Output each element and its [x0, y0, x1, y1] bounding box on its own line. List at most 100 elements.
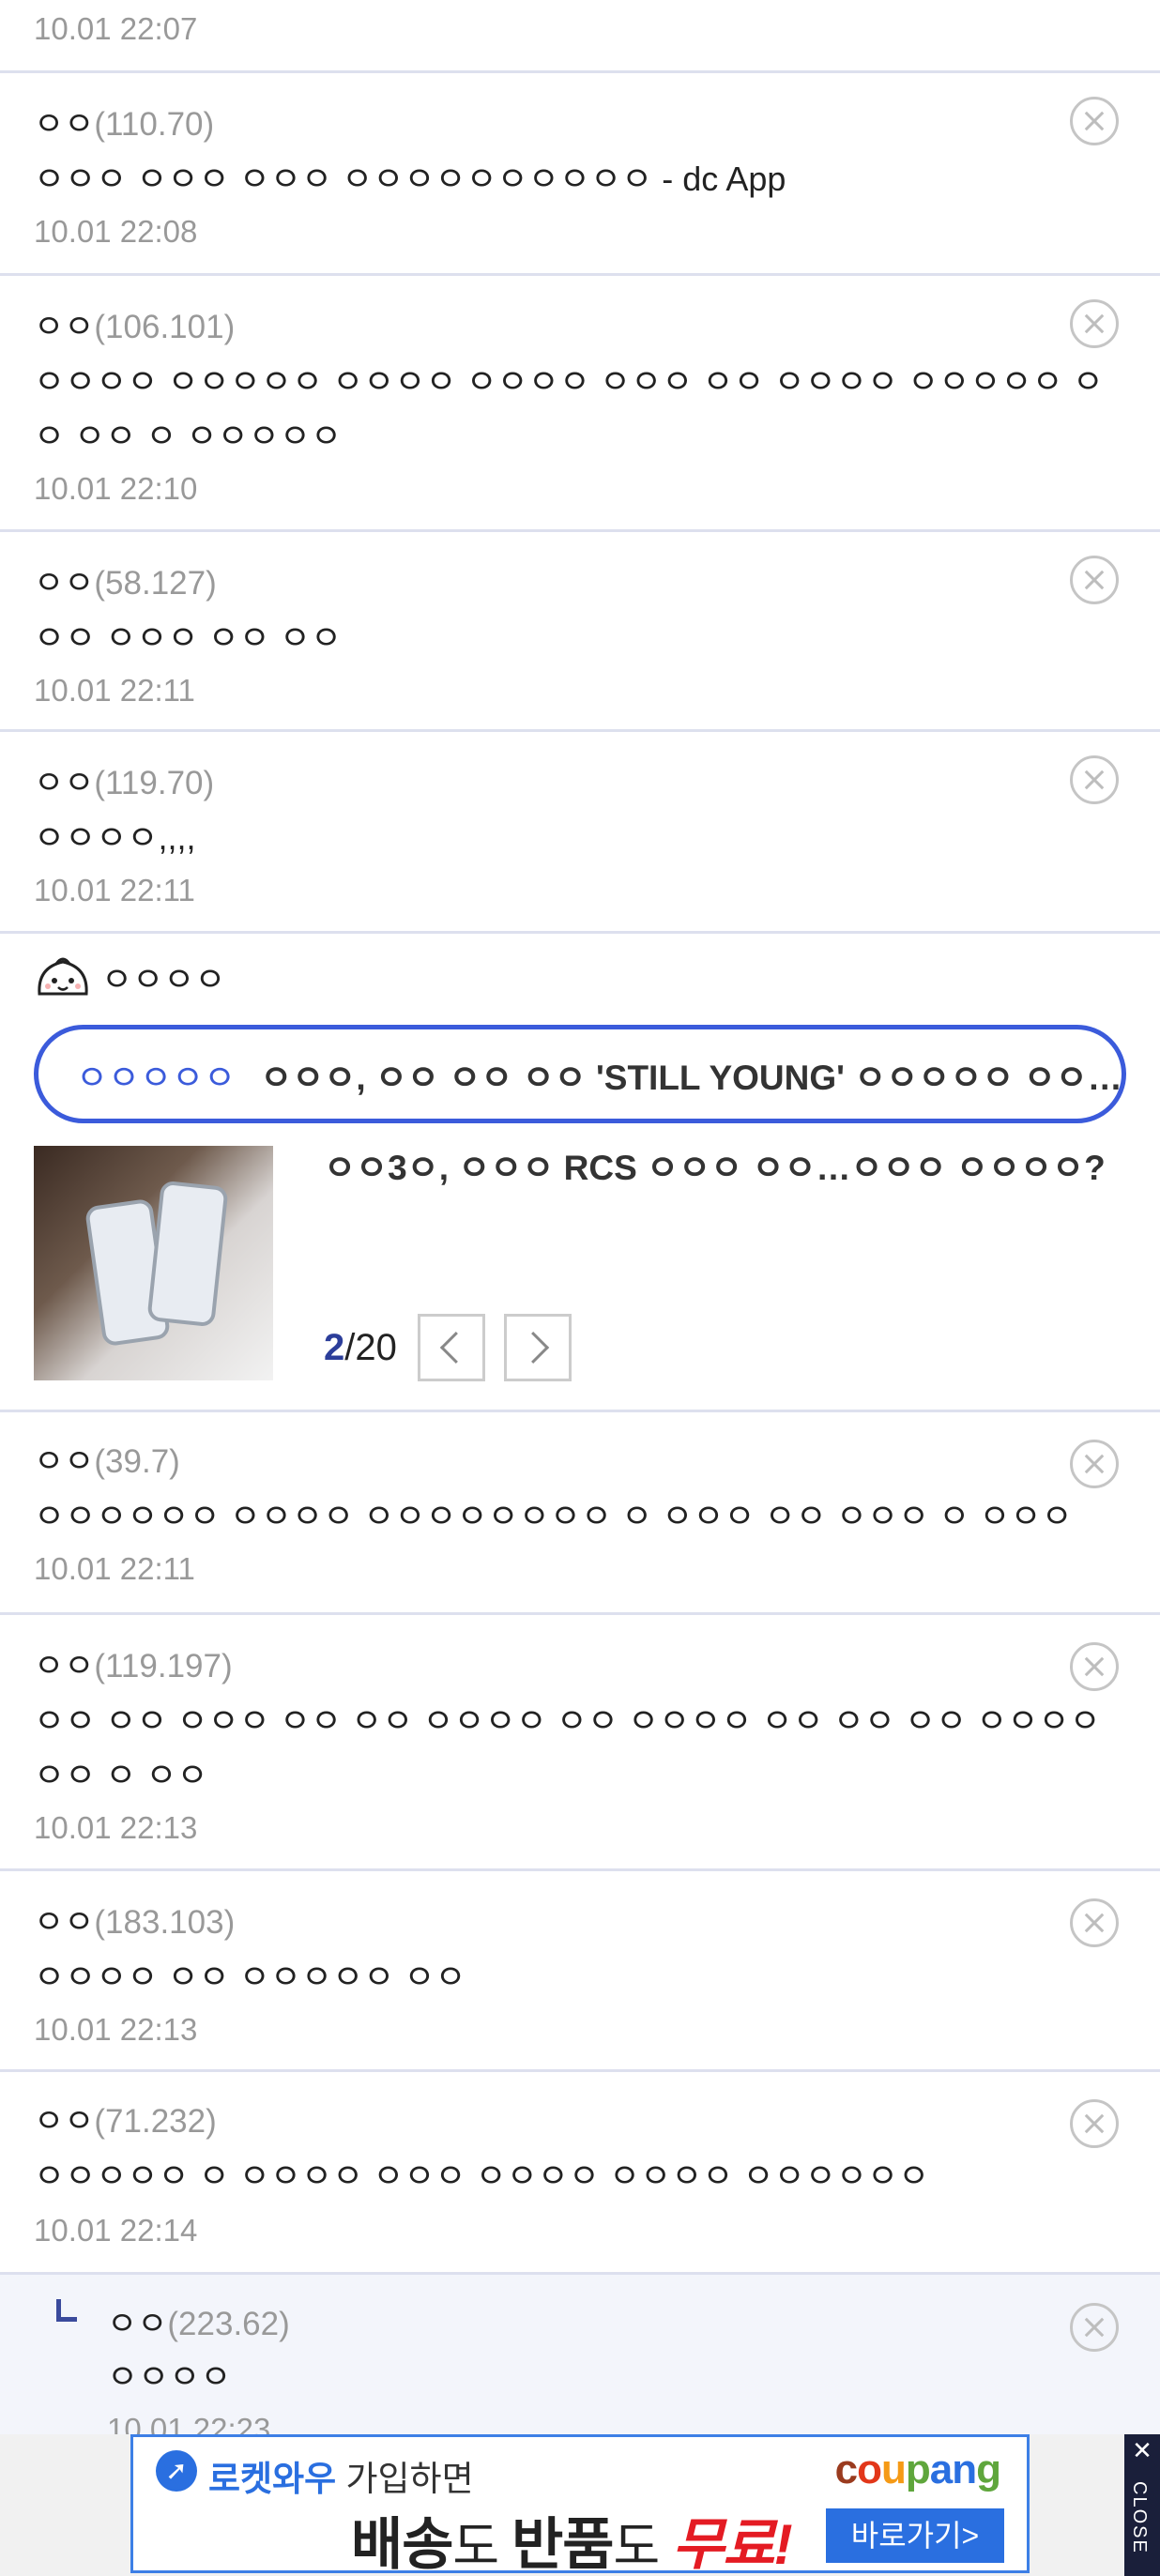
- comment-item: ㅇㅇ(110.70) ㅇㅇㅇ ㅇㅇㅇ ㅇㅇㅇ ㅇㅇㅇㅇㅇㅇㅇㅇㅇㅇ - dc Ap…: [0, 73, 1160, 276]
- delete-button[interactable]: [1070, 97, 1119, 145]
- comment-ip: (106.101): [94, 309, 236, 345]
- logo-letter: c: [834, 2446, 859, 2492]
- reply-author: ㅇㅇ(223.62): [107, 2297, 290, 2345]
- comment-author-name: ㅇㅇ: [34, 1648, 95, 1684]
- logo-letter: u: [880, 2446, 907, 2492]
- delete-button[interactable]: [1070, 299, 1119, 348]
- news-widget: ㅇㅇㅇㅇ ㅇㅇㅇㅇㅇ ㅇㅇㅇ, ㅇㅇ ㅇㅇ ㅇㅇ 'STILL YOUNG' ㅇ…: [0, 934, 1160, 1412]
- comment-ip: (71.232): [94, 2103, 217, 2140]
- delete-button[interactable]: [1070, 755, 1119, 804]
- comment-date: 10.01 22:10: [34, 471, 198, 506]
- comment-author-name: ㅇㅇ: [34, 2103, 95, 2140]
- page-total: /20: [344, 1326, 397, 1368]
- comment-author-name: ㅇㅇ: [34, 309, 95, 345]
- page-indicator: 2/20: [324, 1327, 418, 1369]
- ad-line1: 로켓와우 가입하면: [208, 2450, 474, 2501]
- ad-word: 반품: [511, 2513, 614, 2576]
- comment-text: ㅇㅇㅇㅇㅇㅇ ㅇㅇㅇㅇ ㅇㅇㅇㅇㅇㅇㅇㅇ ㅇ ㅇㅇㅇ ㅇㅇ ㅇㅇㅇ ㅇ ㅇㅇㅇ: [34, 1497, 1073, 1535]
- comment-author-name: ㅇㅇ: [34, 765, 95, 801]
- comment-text: ㅇㅇ ㅇㅇㅇ ㅇㅇ ㅇㅇ: [34, 618, 343, 657]
- comment-ip: (183.103): [94, 1904, 236, 1941]
- comment-date: 10.01 22:11: [34, 673, 195, 708]
- comment-item: 10.01 22:07: [0, 0, 1160, 73]
- next-button[interactable]: [504, 1314, 572, 1381]
- logo-letter: a: [929, 2446, 954, 2492]
- comment-item: ㅇㅇ(58.127) ㅇㅇ ㅇㅇㅇ ㅇㅇ ㅇㅇ 10.01 22:11: [0, 532, 1160, 732]
- news-tag: ㅇㅇㅇㅇㅇ: [76, 1058, 237, 1097]
- delete-button[interactable]: [1070, 556, 1119, 604]
- reply-text: ㅇㅇㅇㅇ: [107, 2357, 232, 2396]
- comment-author-name: ㅇㅇ: [34, 106, 95, 143]
- comment-date: 10.01 22:14: [34, 2213, 198, 2248]
- delete-button[interactable]: [1070, 1898, 1119, 1947]
- delete-button[interactable]: [1070, 2099, 1119, 2148]
- comment-ip: (119.70): [94, 765, 215, 801]
- comment-item: ㅇㅇ(106.101) ㅇㅇㅇㅇ ㅇㅇㅇㅇㅇ ㅇㅇㅇㅇ ㅇㅇㅇㅇ ㅇㅇㅇ ㅇㅇ ㅇ…: [0, 276, 1160, 532]
- reply-ip: (223.62): [167, 2306, 290, 2342]
- comment-ip: (110.70): [94, 106, 215, 143]
- ad-close-button[interactable]: ✕ CLOSE: [1124, 2434, 1160, 2576]
- news-header: ㅇㅇㅇㅇ: [34, 953, 225, 1001]
- news-article-title[interactable]: ㅇㅇ3ㅇ, ㅇㅇㅇ RCS ㅇㅇㅇ ㅇㅇ…ㅇㅇㅇ ㅇㅇㅇㅇ?: [324, 1146, 1131, 1191]
- comment-ip: (119.197): [94, 1648, 233, 1684]
- close-icon: ✕: [1132, 2436, 1152, 2464]
- comment-author: ㅇㅇ(110.70): [34, 98, 214, 145]
- prev-button[interactable]: [418, 1314, 485, 1381]
- comment-item: ㅇㅇ(119.70) ㅇㅇㅇㅇ,,,, 10.01 22:11: [0, 732, 1160, 934]
- comment-date: 10.01 22:08: [34, 214, 198, 249]
- comment-author-name: ㅇㅇ: [34, 565, 95, 602]
- ad-line2: 배송도 반품도 무료!: [351, 2499, 793, 2576]
- comment-item: ㅇㅇ(183.103) ㅇㅇㅇㅇ ㅇㅇ ㅇㅇㅇㅇㅇ ㅇㅇ 10.01 22:13: [0, 1871, 1160, 2072]
- comment-author: ㅇㅇ(183.103): [34, 1896, 235, 1943]
- chevron-right-icon: [517, 1332, 550, 1364]
- ad-link[interactable]: ➚ 로켓와우 가입하면 배송도 반품도 무료! coupang 바로가기>: [130, 2434, 1030, 2576]
- news-thumbnail[interactable]: [34, 1146, 273, 1380]
- comment-author: ㅇㅇ(119.70): [34, 756, 214, 804]
- news-headline: ㅇㅇㅇ, ㅇㅇ ㅇㅇ ㅇㅇ 'STILL YOUNG' ㅇㅇㅇㅇㅇ ㅇㅇ……: [260, 1058, 1126, 1097]
- ad-highlight: 로켓와우: [208, 2460, 337, 2498]
- comment-author-name: ㅇㅇ: [34, 1443, 95, 1480]
- logo-letter: p: [905, 2446, 931, 2492]
- comment-author-name: ㅇㅇ: [34, 1904, 95, 1941]
- comment-author: ㅇㅇ(71.232): [34, 2095, 217, 2142]
- ad-word-free: 무료!: [672, 2513, 792, 2576]
- comment-item: ㅇㅇ(71.232) ㅇㅇㅇㅇㅇ ㅇ ㅇㅇㅇㅇ ㅇㅇㅇ ㅇㅇㅇㅇ ㅇㅇㅇㅇ ㅇㅇㅇ…: [0, 2072, 1160, 2275]
- chevron-left-icon: [439, 1332, 472, 1364]
- ad-banner: ➚ 로켓와우 가입하면 배송도 반품도 무료! coupang 바로가기> ✕ …: [0, 2434, 1160, 2576]
- reply-arrow-icon: [56, 2299, 77, 2322]
- comment-item: ㅇㅇ(119.197) ㅇㅇ ㅇㅇ ㅇㅇㅇ ㅇㅇ ㅇㅇ ㅇㅇㅇㅇ ㅇㅇ ㅇㅇㅇㅇ …: [0, 1615, 1160, 1871]
- delete-button[interactable]: [1070, 1642, 1119, 1691]
- logo-letter: n: [952, 2446, 977, 2492]
- close-label: CLOSE: [1129, 2481, 1150, 2554]
- reply-author-name: ㅇㅇ: [107, 2306, 168, 2342]
- coupang-logo: coupang: [834, 2446, 1001, 2493]
- news-headline-banner[interactable]: ㅇㅇㅇㅇㅇ ㅇㅇㅇ, ㅇㅇ ㅇㅇ ㅇㅇ 'STILL YOUNG' ㅇㅇㅇㅇㅇ …: [34, 1025, 1126, 1123]
- comment-author: ㅇㅇ(119.197): [34, 1639, 233, 1687]
- comment-date: 10.01 22:11: [34, 1551, 195, 1586]
- news-pager: 2/20: [324, 1314, 590, 1381]
- go-button[interactable]: 바로가기>: [826, 2508, 1004, 2563]
- logo-letter: o: [857, 2446, 882, 2492]
- ad-word: 도: [613, 2519, 673, 2575]
- comment-ip: (39.7): [94, 1443, 180, 1480]
- phone-image: [146, 1180, 229, 1328]
- comment-text: ㅇㅇ ㅇㅇ ㅇㅇㅇ ㅇㅇ ㅇㅇ ㅇㅇㅇㅇ ㅇㅇ ㅇㅇㅇㅇ ㅇㅇ ㅇㅇ ㅇㅇ ㅇㅇ…: [34, 1701, 1101, 1794]
- page-current: 2: [324, 1326, 345, 1368]
- comment-text: ㅇㅇㅇㅇ,,,,: [34, 818, 196, 857]
- delete-button[interactable]: [1070, 2303, 1119, 2352]
- ad-line1-rest: 가입하면: [336, 2460, 474, 2498]
- comment-date: 10.01 22:13: [34, 1810, 198, 1845]
- reply-item: ㅇㅇ(223.62) ㅇㅇㅇㅇ 10.01 22:23: [0, 2275, 1160, 2446]
- comment-text: ㅇㅇㅇ ㅇㅇㅇ ㅇㅇㅇ ㅇㅇㅇㅇㅇㅇㅇㅇㅇㅇ - dc App: [34, 160, 786, 198]
- rocket-icon: ➚: [156, 2450, 197, 2492]
- news-section-name: ㅇㅇㅇㅇ: [101, 960, 226, 998]
- comment-date: 10.01 22:11: [34, 873, 195, 907]
- comment-author: ㅇㅇ(58.127): [34, 556, 217, 604]
- comment-date: 10.01 22:13: [34, 2012, 198, 2047]
- comment-text: ㅇㅇㅇㅇ ㅇㅇㅇㅇㅇ ㅇㅇㅇㅇ ㅇㅇㅇㅇ ㅇㅇㅇ ㅇㅇ ㅇㅇㅇㅇ ㅇㅇㅇㅇㅇ ㅇ…: [34, 362, 1104, 455]
- delete-button[interactable]: [1070, 1440, 1119, 1488]
- comment-author: ㅇㅇ(39.7): [34, 1435, 180, 1483]
- comment-text: ㅇㅇㅇㅇ ㅇㅇ ㅇㅇㅇㅇㅇ ㅇㅇ: [34, 1958, 466, 1996]
- mascot-icon: [38, 957, 88, 996]
- comment-ip: (58.127): [94, 565, 217, 602]
